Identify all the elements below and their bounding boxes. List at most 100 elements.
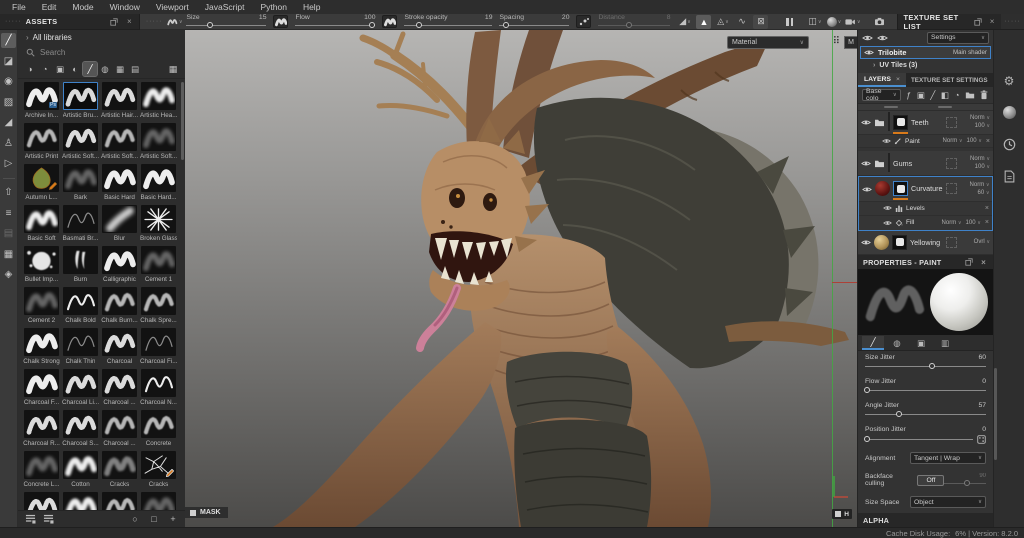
brush-asset[interactable]: Chalk Burn...: [100, 287, 139, 328]
size-control[interactable]: Size15: [186, 14, 266, 30]
blend-mode-select[interactable]: Norm ∨: [942, 220, 962, 226]
layer-row-paint-effect[interactable]: Paint Norm ∨ 100 ∨ ×: [858, 135, 993, 149]
flow-alpha-preview[interactable]: [382, 15, 397, 28]
brush-asset[interactable]: Charcoal F...: [22, 369, 61, 410]
remove-effect-icon[interactable]: ×: [985, 219, 989, 226]
brush-asset[interactable]: Bark: [61, 164, 100, 205]
menu-item[interactable]: File: [4, 0, 34, 14]
menu-item[interactable]: JavaScript: [197, 0, 253, 14]
brush-asset[interactable]: [100, 492, 139, 510]
library-selector[interactable]: › All libraries: [18, 30, 185, 45]
brush-asset[interactable]: Blur: [100, 205, 139, 246]
popout-icon[interactable]: [110, 17, 119, 26]
blend-mode-select[interactable]: Norm ∨: [970, 181, 990, 189]
menu-item[interactable]: Python: [252, 0, 294, 14]
log-icon[interactable]: [1001, 168, 1018, 185]
mask-indicator[interactable]: MASK: [185, 507, 228, 518]
asset-filter-icon[interactable]: ◍: [98, 62, 112, 76]
tool-icon[interactable]: ╱: [1, 33, 16, 48]
brush-asset[interactable]: Charcoal N...: [139, 369, 178, 410]
fullscreen-toggle-icon[interactable]: ⊠: [753, 15, 768, 29]
jitter-random-icon[interactable]: [977, 435, 986, 446]
new-window-icon[interactable]: □: [148, 513, 160, 525]
brush-asset[interactable]: Artistic Hea...: [139, 82, 178, 123]
assets-scrollbar[interactable]: [181, 82, 184, 160]
add-asset-button[interactable]: +: [167, 513, 179, 525]
tool-icon[interactable]: ◢: [1, 115, 16, 130]
eye-icon[interactable]: [862, 186, 872, 193]
symmetry-icon[interactable]: ▲: [696, 15, 711, 29]
layer-thumbnail[interactable]: [888, 153, 890, 172]
eye-icon[interactable]: [864, 49, 874, 56]
tool-icon[interactable]: ◈: [1, 267, 16, 282]
brush-asset[interactable]: [61, 492, 100, 510]
layer-row-gums[interactable]: Gums Norm ∨ 100 ∨: [858, 151, 993, 175]
layer-row-levels-effect[interactable]: Levels ×: [859, 202, 992, 216]
eye-icon[interactable]: [882, 138, 891, 144]
brush-asset[interactable]: Artistic Hair...: [100, 82, 139, 123]
lazy-mouse-icon[interactable]: ∿: [734, 15, 749, 29]
material-mode-select-2d[interactable]: M: [844, 36, 857, 49]
eye-icon[interactable]: [861, 160, 871, 167]
tab-stencil[interactable]: ▣: [910, 336, 932, 350]
mirror-view-icon[interactable]: ◫∨: [807, 15, 822, 29]
texture-set-row[interactable]: Trilobite Main shader: [860, 46, 991, 60]
view-split-line[interactable]: [832, 30, 833, 527]
panel-drag-handle[interactable]: ·····: [5, 19, 22, 25]
brush-asset[interactable]: Concrete: [139, 410, 178, 451]
properties-scrollbar[interactable]: [994, 368, 997, 460]
property-slider[interactable]: Size Jitter 60: [858, 351, 993, 375]
list-view-icon[interactable]: [24, 513, 36, 525]
tab-alpha[interactable]: ◍: [886, 336, 908, 350]
brush-asset[interactable]: Chalk Bold: [61, 287, 100, 328]
fill-thumbnail[interactable]: [875, 181, 890, 196]
brush-asset[interactable]: [22, 492, 61, 510]
uv-tiles-row[interactable]: › UV Tiles (3): [858, 59, 993, 73]
fill-thumbnail[interactable]: [874, 235, 889, 250]
brush-asset[interactable]: Basic Hard...: [139, 164, 178, 205]
settings-select[interactable]: Settings ∨: [927, 32, 989, 44]
mask-link-box[interactable]: [946, 237, 957, 248]
opacity-select[interactable]: 60 ∨: [978, 189, 990, 197]
remove-effect-icon[interactable]: ×: [986, 138, 990, 145]
brush-asset[interactable]: Chalk Thin: [61, 328, 100, 369]
brush-asset[interactable]: Artistic Soft...: [139, 123, 178, 164]
spacing-dots-icon[interactable]: [576, 15, 591, 28]
brush-asset[interactable]: Cracks: [100, 451, 139, 492]
asset-filter-icon[interactable]: ◔: [38, 62, 52, 76]
brush-asset[interactable]: Bullet Imp...: [22, 246, 61, 287]
layer-row-yellowing[interactable]: Yellowing Ovrl ∨: [858, 231, 993, 255]
alpha-section-header[interactable]: ALPHA: [858, 513, 993, 527]
mask-thumbnail[interactable]: [892, 235, 907, 250]
brush-asset[interactable]: Charcoal Fi...: [139, 328, 178, 369]
tab-layers[interactable]: LAYERS ×: [858, 73, 906, 88]
remove-effect-icon[interactable]: ×: [985, 205, 989, 212]
close-icon[interactable]: ×: [125, 17, 134, 26]
asset-filter-icon[interactable]: ▦: [113, 62, 127, 76]
eye-icon[interactable]: [883, 220, 892, 226]
blend-mode-select[interactable]: Norm ∨: [970, 114, 990, 122]
blend-mode-select[interactable]: Ovrl ∨: [974, 238, 990, 246]
popout-icon[interactable]: [974, 17, 982, 26]
brush-asset[interactable]: Cement 2: [22, 287, 61, 328]
brush-asset[interactable]: Chalk Spre...: [139, 287, 178, 328]
brush-asset[interactable]: Artistic Print: [22, 123, 61, 164]
tool-icon[interactable]: ♙: [1, 136, 16, 151]
mask-link-box[interactable]: [946, 183, 957, 194]
mask-link-box[interactable]: [946, 117, 957, 128]
refresh-icon[interactable]: ○: [129, 513, 141, 525]
mask-thumbnail[interactable]: [893, 115, 908, 130]
add-folder-icon[interactable]: [965, 89, 975, 101]
stroke-opacity-slider[interactable]: [404, 22, 492, 30]
blend-mode-select[interactable]: Norm ∨: [970, 155, 990, 163]
brush-asset[interactable]: Artistic Bru...: [61, 82, 100, 123]
eye-icon[interactable]: [861, 119, 871, 126]
3d-viewport[interactable]: Material ∨ ⠿ M H MASK: [185, 30, 857, 527]
shader-settings-icon[interactable]: [1001, 104, 1018, 121]
brush-asset[interactable]: Autumn L...: [22, 164, 61, 205]
tab-texture-set-settings[interactable]: TEXTURE SET SETTINGS: [906, 73, 993, 88]
menu-item[interactable]: Edit: [34, 0, 65, 14]
brush-asset[interactable]: Calligraphic: [100, 246, 139, 287]
tool-icon[interactable]: ▤: [1, 226, 16, 241]
tool-icon[interactable]: ≡: [1, 206, 16, 221]
